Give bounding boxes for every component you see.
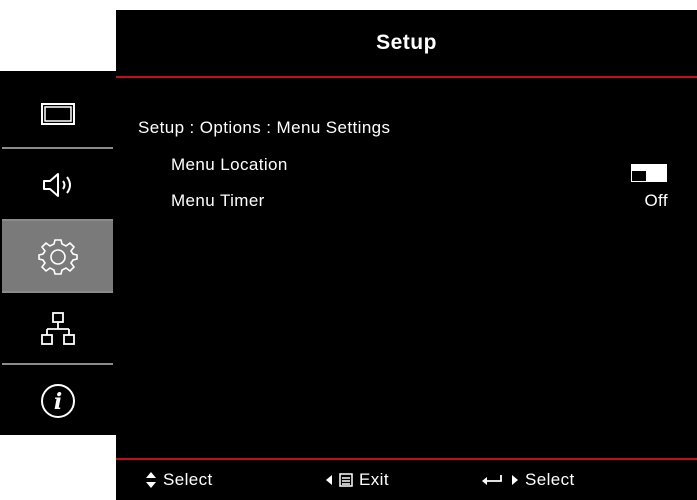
menu-location-label[interactable]: Menu Location (171, 155, 288, 175)
page-title: Setup (376, 31, 437, 54)
menu-icon (339, 473, 353, 487)
footer-enter-select-hint: Select (481, 470, 575, 490)
menu-timer-label[interactable]: Menu Timer (171, 191, 265, 211)
up-down-arrow-icon (146, 472, 156, 488)
menu-location-icon[interactable] (631, 164, 667, 182)
sidebar-item-display[interactable] (2, 77, 113, 148)
info-icon: i (40, 383, 75, 418)
right-arrow-icon (512, 475, 518, 485)
footer-enter-select-label: Select (525, 470, 575, 489)
footer-exit-hint: Exit (325, 470, 389, 490)
footer-select-label: Select (163, 470, 213, 489)
sidebar: i (0, 71, 116, 435)
sidebar-item-audio[interactable] (2, 149, 113, 220)
display-icon (40, 102, 75, 125)
sidebar-item-setup[interactable] (2, 221, 113, 292)
sidebar-item-info[interactable]: i (2, 365, 113, 436)
menu-timer-value[interactable]: Off (644, 191, 668, 211)
breadcrumb: Setup : Options : Menu Settings (138, 118, 391, 137)
sidebar-item-network[interactable] (2, 293, 113, 364)
header-divider (116, 76, 697, 78)
gear-icon (37, 238, 78, 275)
footer-select-hint: Select (145, 470, 213, 490)
footer-exit-label: Exit (359, 470, 389, 489)
left-arrow-icon (326, 475, 332, 485)
speaker-icon (42, 172, 71, 197)
network-icon (40, 311, 75, 345)
osd-panel: Setup Setup : Options : Menu Settings Me… (116, 10, 697, 500)
enter-icon (482, 475, 502, 485)
svg-text:i: i (53, 389, 61, 415)
footer-hints: Select Exit Select (116, 460, 697, 500)
